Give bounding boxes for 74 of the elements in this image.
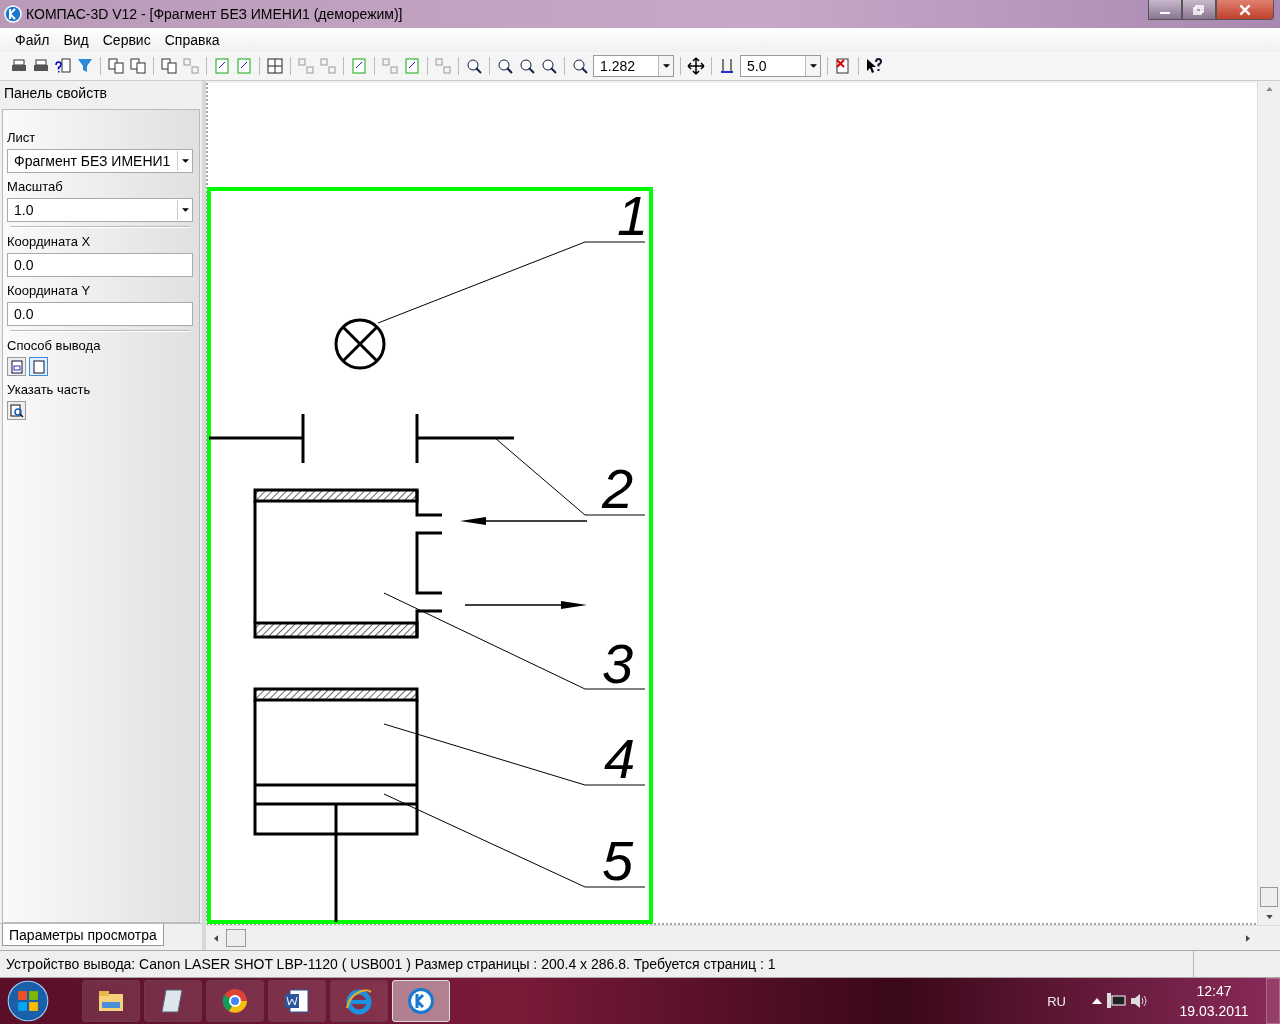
select-part-button[interactable] [7,401,26,420]
status-text: Устройство вывода: Canon LASER SHOT LBP-1120 ( USB001 ) Размер страницы : 200.4 x 286.8. Требуется страниц : 1 [5,956,777,972]
field-label: Указать часть [7,382,92,397]
zoom-dropdown[interactable]: 1.282 [593,55,674,77]
scroll-down-icon[interactable] [1265,915,1273,919]
dropdown-arrow-icon [181,208,189,212]
cad-app-button[interactable] [392,980,450,1022]
menu-item[interactable]: Сервис [95,32,158,48]
output-mode-button[interactable] [29,357,48,376]
window-title: КОМПАС-3D V12 - [Фрагмент БЕЗ ИМЕНИ1 (деморежим)] [26,6,404,22]
scroll-right-icon[interactable] [1246,934,1250,942]
dropdown-field[interactable]: 1.0 [7,198,193,222]
close-button[interactable] [1216,0,1274,20]
field-label: Способ вывода [7,338,102,353]
zoom-in-icon[interactable] [518,57,536,75]
zoom-out-icon[interactable] [540,57,558,75]
show-hidden-icons-icon[interactable] [1092,998,1102,1004]
folder-app-button[interactable] [82,980,140,1022]
step-icon[interactable] [718,57,736,75]
maximize-button[interactable] [1182,0,1216,20]
close-icon [1238,3,1252,16]
horizontal-scrollbar[interactable] [206,925,1280,950]
volume-icon[interactable] [1130,993,1148,1009]
callout-number: 4 [604,727,636,790]
scroll-thumb[interactable] [1260,887,1278,907]
field-label: Лист [7,130,37,145]
step-dropdown[interactable]: 5.0 [740,55,821,77]
start-button[interactable] [6,979,50,1023]
move-icon[interactable] [687,57,705,75]
scroll-thumb[interactable] [226,929,246,947]
browser-app-button[interactable] [330,980,388,1022]
restore-icon [1193,4,1205,15]
panel-tab[interactable]: Параметры просмотра [2,924,164,946]
zoom-in-icon[interactable] [571,57,589,75]
minimize-icon [1160,12,1170,14]
scroll-left-icon[interactable] [214,934,218,942]
dropdown-arrow-icon [181,159,189,163]
network-icon[interactable] [1106,993,1126,1009]
zoom-page-icon[interactable] [465,57,483,75]
clock-time[interactable]: 12:47 [1196,983,1232,999]
notepad-app-button[interactable] [144,980,202,1022]
dropdown-field[interactable]: Фрагмент БЕЗ ИМЕНИ1 [7,149,193,173]
dropdown-arrow-icon [809,64,817,68]
pages-add-icon[interactable] [160,57,178,75]
app-logo-icon [4,5,22,23]
output-mode-button[interactable] [7,357,26,376]
field-label: Координата X [7,234,92,249]
menu-item[interactable]: Справка [157,32,227,48]
vertical-scrollbar[interactable] [1257,81,1280,925]
dropdown-arrow-icon [662,64,670,68]
input-field[interactable]: 0.0 [7,302,193,326]
scroll-up-icon[interactable] [1265,87,1273,91]
language-indicator[interactable]: RU [1047,993,1066,1009]
close-preview-icon[interactable] [834,57,852,75]
input-field[interactable]: 0.0 [7,253,193,277]
callout-number: 1 [617,184,649,247]
menu-item[interactable]: Файл [8,32,57,48]
field-label: Координата Y [7,283,92,298]
callout-number: 5 [602,829,634,892]
context-help-icon[interactable] [865,57,883,75]
document-app-button[interactable] [268,980,326,1022]
lamp-symbol-drawing [334,318,386,370]
callout-number: 2 [602,457,634,520]
field-label: Масштаб [7,179,64,194]
minimize-button[interactable] [1148,0,1182,20]
browser-app-button[interactable] [206,980,264,1022]
page-help-icon[interactable] [54,57,72,75]
chrome-style-icon [220,986,250,1016]
menu-item[interactable]: Вид [56,32,96,48]
k-logo-icon [406,986,436,1016]
word-document-icon [282,986,312,1016]
zoom-window-icon[interactable] [496,57,514,75]
callout-number: 3 [602,632,634,695]
clock-date[interactable]: 19.03.2011 [1179,1003,1249,1019]
